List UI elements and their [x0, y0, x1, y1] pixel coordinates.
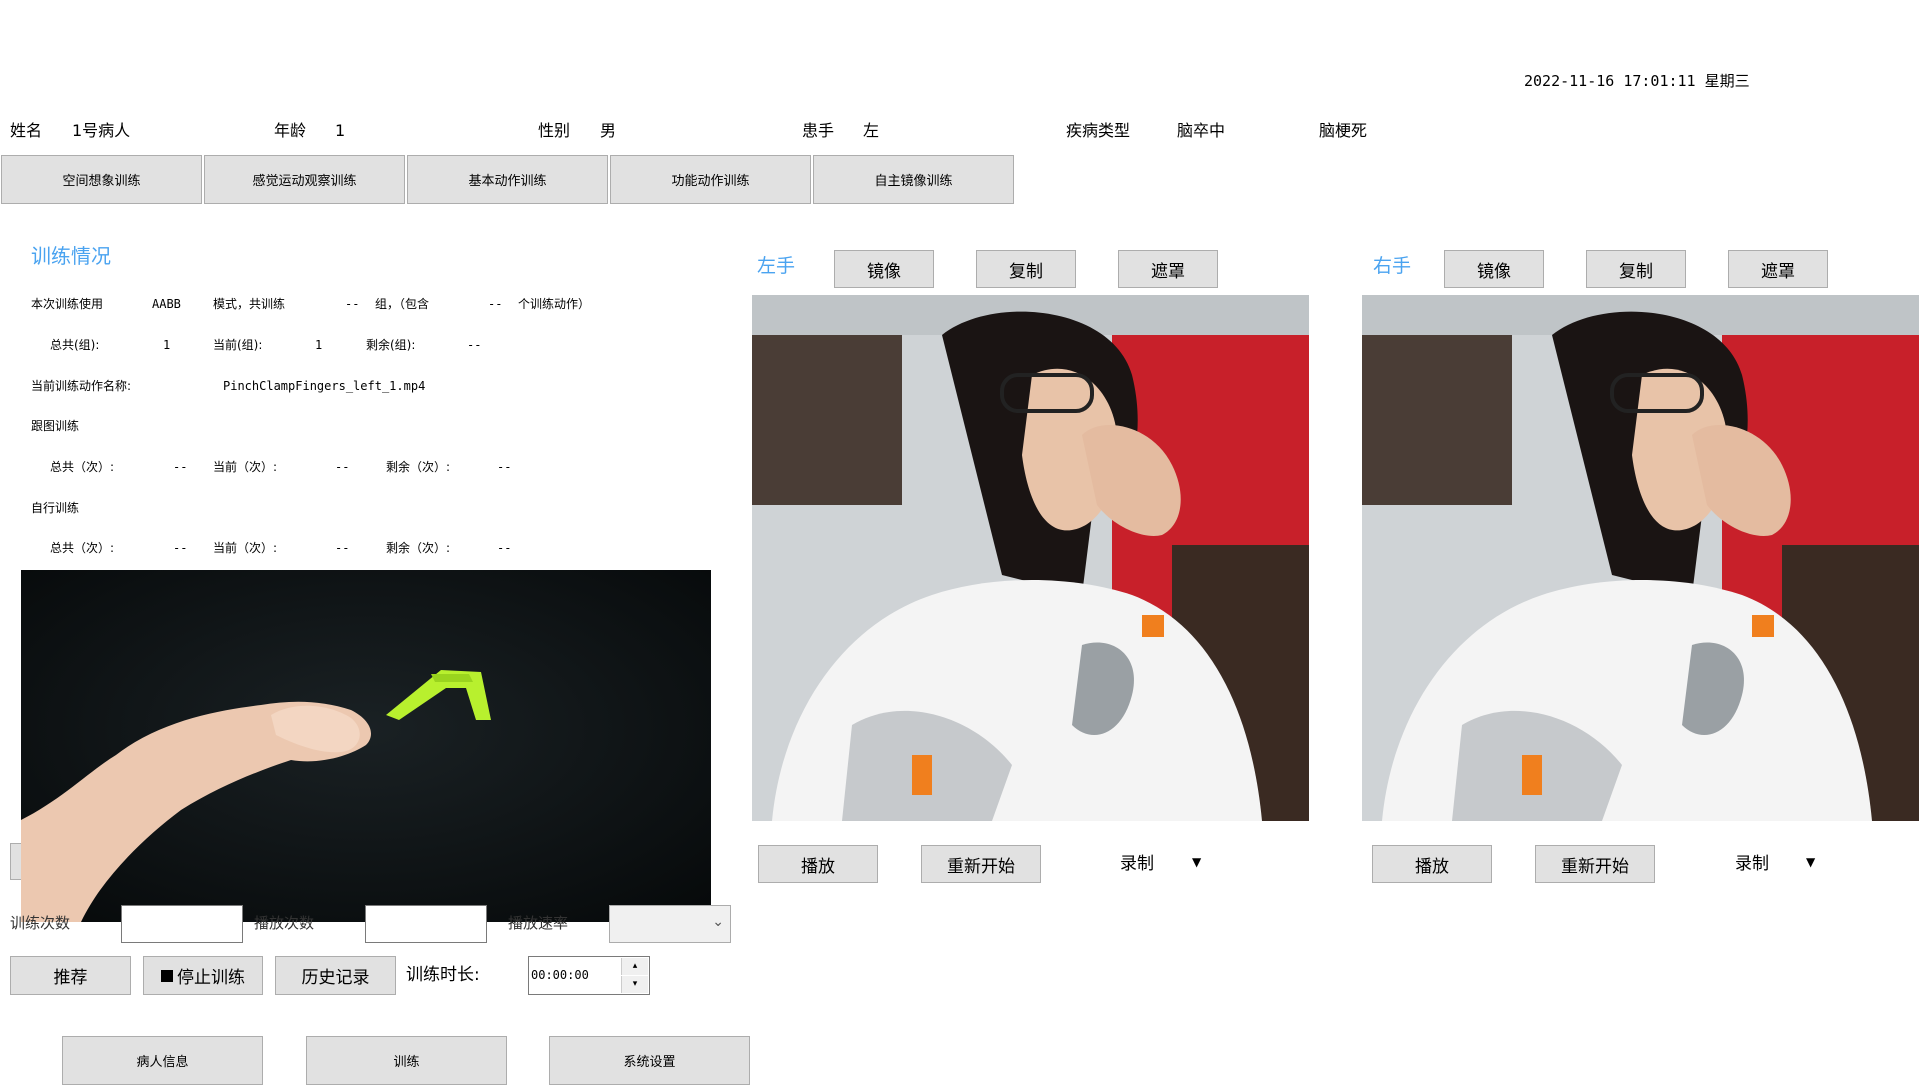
left-mask-button[interactable]: 遮罩: [1118, 250, 1218, 288]
play-speed-select[interactable]: ⌄: [609, 905, 731, 943]
actions-value: --: [488, 297, 503, 311]
left-camera-frame: [752, 295, 1309, 821]
system-settings-button[interactable]: 系统设置: [549, 1036, 750, 1085]
left-hand-title: 左手: [757, 255, 796, 277]
self-training-label: 自行训练: [31, 501, 80, 515]
group-total-label: 总共(组):: [50, 338, 100, 352]
play-count-label: 播放次数: [254, 914, 315, 932]
recommend-button[interactable]: 推荐: [10, 956, 131, 995]
right-copy-button[interactable]: 复制: [1586, 250, 1686, 288]
group-current-value: 1: [315, 338, 323, 352]
disease-value: 脑卒中: [1177, 121, 1226, 140]
play-speed-label: 播放速率: [508, 914, 569, 932]
follow-left-label: 剩余（次）:: [386, 460, 451, 474]
follow-left-value: --: [497, 460, 512, 474]
follow-current-label: 当前（次）:: [213, 460, 278, 474]
right-camera-view: [1362, 295, 1919, 821]
training-status-title: 训练情况: [31, 244, 111, 268]
age-value: 1: [335, 121, 346, 140]
left-record-dropdown-icon[interactable]: ▼: [1192, 852, 1201, 872]
chevron-down-icon: ⌄: [712, 914, 724, 930]
right-record-dropdown-icon[interactable]: ▼: [1806, 852, 1815, 872]
group-current-label: 当前(组):: [213, 338, 263, 352]
self-total-value: --: [173, 541, 188, 555]
duration-spinbox[interactable]: 00:00:00 ▴ ▾: [528, 956, 650, 995]
disease-label: 疾病类型: [1066, 121, 1131, 140]
train-count-label: 训练次数: [10, 914, 71, 932]
hand-label: 患手: [802, 121, 835, 140]
history-button[interactable]: 历史记录: [275, 956, 396, 995]
follow-total-value: --: [173, 460, 188, 474]
group-left-label: 剩余(组):: [366, 338, 416, 352]
spin-down-icon[interactable]: ▾: [621, 976, 648, 993]
patient-info-button[interactable]: 病人信息: [62, 1036, 263, 1085]
sex-label: 性别: [538, 121, 571, 140]
groups-value: --: [345, 297, 360, 311]
left-record-label: 录制: [1120, 854, 1154, 874]
train-nav-button[interactable]: 训练: [306, 1036, 507, 1085]
self-left-value: --: [497, 541, 512, 555]
line1-b: 模式，共训练: [213, 297, 286, 311]
tab-autonomous-mirror[interactable]: 自主镜像训练: [813, 155, 1014, 204]
right-play-button[interactable]: 播放: [1372, 845, 1492, 883]
self-left-label: 剩余（次）:: [386, 541, 451, 555]
duration-label: 训练时长:: [406, 965, 480, 985]
right-mirror-button[interactable]: 镜像: [1444, 250, 1544, 288]
self-current-label: 当前（次）:: [213, 541, 278, 555]
age-label: 年龄: [274, 121, 307, 140]
stop-training-button[interactable]: 停止训练: [143, 956, 263, 995]
line1-c: 组，（包含: [375, 297, 430, 311]
disease-subtype: 脑梗死: [1319, 121, 1368, 140]
left-camera-view: [752, 295, 1309, 821]
hand-value: 左: [863, 121, 880, 140]
self-current-value: --: [335, 541, 350, 555]
demo-video-frame: [21, 570, 711, 922]
datetime: 2022-11-16 17:01:11 星期三: [1524, 72, 1750, 90]
tab-basic-action[interactable]: 基本动作训练: [407, 155, 608, 204]
tab-functional-action[interactable]: 功能动作训练: [610, 155, 811, 204]
name-label: 姓名: [10, 121, 43, 140]
left-restart-button[interactable]: 重新开始: [921, 845, 1041, 883]
line1-d: 个训练动作）: [518, 297, 591, 311]
name-value: 1号病人: [72, 121, 131, 140]
self-total-label: 总共（次）:: [50, 541, 115, 555]
sex-value: 男: [600, 121, 617, 140]
line1-a: 本次训练使用: [31, 297, 104, 311]
left-mirror-button[interactable]: 镜像: [834, 250, 934, 288]
right-mask-button[interactable]: 遮罩: [1728, 250, 1828, 288]
tab-sensory-motor-observation[interactable]: 感觉运动观察训练: [204, 155, 405, 204]
left-play-button[interactable]: 播放: [758, 845, 878, 883]
demo-video[interactable]: [21, 570, 711, 922]
right-record-label: 录制: [1735, 854, 1769, 874]
right-hand-title: 右手: [1373, 255, 1412, 277]
group-total-value: 1: [163, 338, 171, 352]
right-camera-frame: [1362, 295, 1919, 821]
training-mode-value: AABB: [152, 297, 181, 311]
follow-total-label: 总共（次）:: [50, 460, 115, 474]
left-copy-button[interactable]: 复制: [976, 250, 1076, 288]
action-name-label: 当前训练动作名称:: [31, 379, 132, 393]
stop-icon: [161, 969, 173, 982]
train-count-input[interactable]: [121, 905, 243, 943]
follow-training-label: 跟图训练: [31, 419, 80, 433]
spin-up-icon[interactable]: ▴: [621, 958, 648, 975]
play-count-input[interactable]: [365, 905, 487, 943]
group-left-value: --: [467, 338, 482, 352]
tab-spatial-imagination[interactable]: 空间想象训练: [1, 155, 202, 204]
follow-current-value: --: [335, 460, 350, 474]
stop-training-label: 停止训练: [177, 968, 245, 988]
duration-value: 00:00:00: [531, 968, 589, 982]
right-restart-button[interactable]: 重新开始: [1535, 845, 1655, 883]
action-name-value: PinchClampFingers_left_1.mp4: [223, 379, 426, 393]
